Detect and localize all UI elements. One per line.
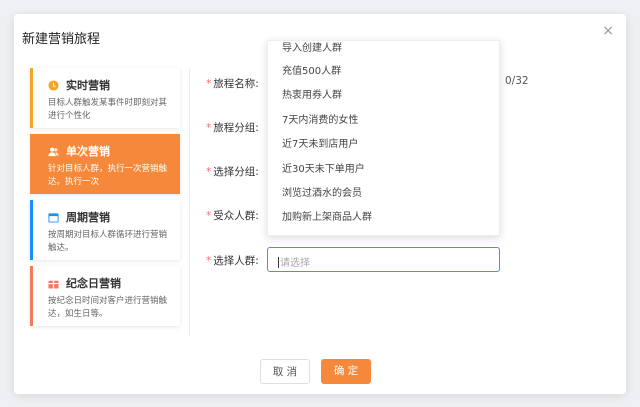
- dialog-title: 新建营销旅程: [22, 32, 101, 47]
- select-group-label: * 选择分组:: [206, 166, 259, 178]
- type-desc: 按纪念日时间对客户进行营销触达，如生日等。: [48, 296, 168, 319]
- type-desc: 目标人群触发某事件时即刻对其进行个性化: [48, 98, 168, 121]
- type-desc: 按周期对目标人群循环进行营销触达。: [48, 230, 168, 253]
- users-icon: [48, 147, 59, 156]
- dropdown-option[interactable]: 导入创建人群: [268, 41, 499, 60]
- text-cursor: [278, 257, 279, 268]
- panel-divider: [189, 68, 190, 336]
- type-card-single[interactable]: 单次营销 针对目标人群，执行一次营销触达。执行一次: [30, 134, 180, 194]
- accent-bar: [30, 68, 33, 128]
- type-name: 实时营销: [66, 79, 110, 92]
- dropdown-option[interactable]: 7天内消费的女性: [268, 109, 499, 133]
- type-card-realtime[interactable]: 实时营销 目标人群触发某事件时即刻对其进行个性化: [30, 68, 180, 128]
- dropdown-option[interactable]: 近7天未到店用户: [268, 133, 499, 157]
- dropdown-option[interactable]: 热衷用券人群: [268, 84, 499, 108]
- type-name: 纪念日营销: [66, 277, 121, 290]
- name-char-counter: 0/32: [505, 75, 529, 87]
- new-journey-dialog: 新建营销旅程 × 实时营销 目标人群触发某事件时即刻对其进行个性化 单次营销 针…: [14, 14, 626, 394]
- dropdown-option[interactable]: 充值500人群: [268, 60, 499, 84]
- gift-icon: [48, 280, 59, 289]
- calendar-icon: [48, 212, 59, 223]
- select-placeholder: 请选择: [280, 258, 310, 269]
- cancel-button[interactable]: 取 消: [260, 359, 310, 384]
- audience-label: * 受众人群:: [206, 210, 259, 222]
- close-icon[interactable]: ×: [602, 23, 614, 39]
- journey-group-label: * 旅程分组:: [206, 122, 259, 134]
- select-crowd-label: * 选择人群:: [206, 255, 259, 267]
- clock-icon: [48, 79, 59, 91]
- type-name: 单次营销: [66, 145, 110, 158]
- crowd-dropdown-menu: 导入创建人群 充值500人群 热衷用券人群 7天内消费的女性 近7天未到店用户 …: [267, 40, 500, 236]
- type-card-anniversary[interactable]: 纪念日营销 按纪念日时间对客户进行营销触达，如生日等。: [30, 266, 180, 326]
- accent-bar: [30, 266, 33, 326]
- accent-bar: [30, 200, 33, 260]
- marketing-type-list: 实时营销 目标人群触发某事件时即刻对其进行个性化 单次营销 针对目标人群，执行一…: [30, 68, 180, 332]
- crowd-select-input[interactable]: 请选择: [267, 247, 500, 272]
- dropdown-option[interactable]: 浏览过酒水的会员: [268, 182, 499, 206]
- journey-name-label: * 旅程名称:: [206, 78, 259, 90]
- type-name: 周期营销: [66, 211, 110, 224]
- dropdown-option[interactable]: 加购新上架商品人群: [268, 206, 499, 230]
- type-card-periodic[interactable]: 周期营销 按周期对目标人群循环进行营销触达。: [30, 200, 180, 260]
- confirm-button[interactable]: 确 定: [321, 359, 371, 384]
- type-desc: 针对目标人群，执行一次营销触达。执行一次: [48, 164, 168, 187]
- dropdown-option[interactable]: 近30天未下单用户: [268, 158, 499, 182]
